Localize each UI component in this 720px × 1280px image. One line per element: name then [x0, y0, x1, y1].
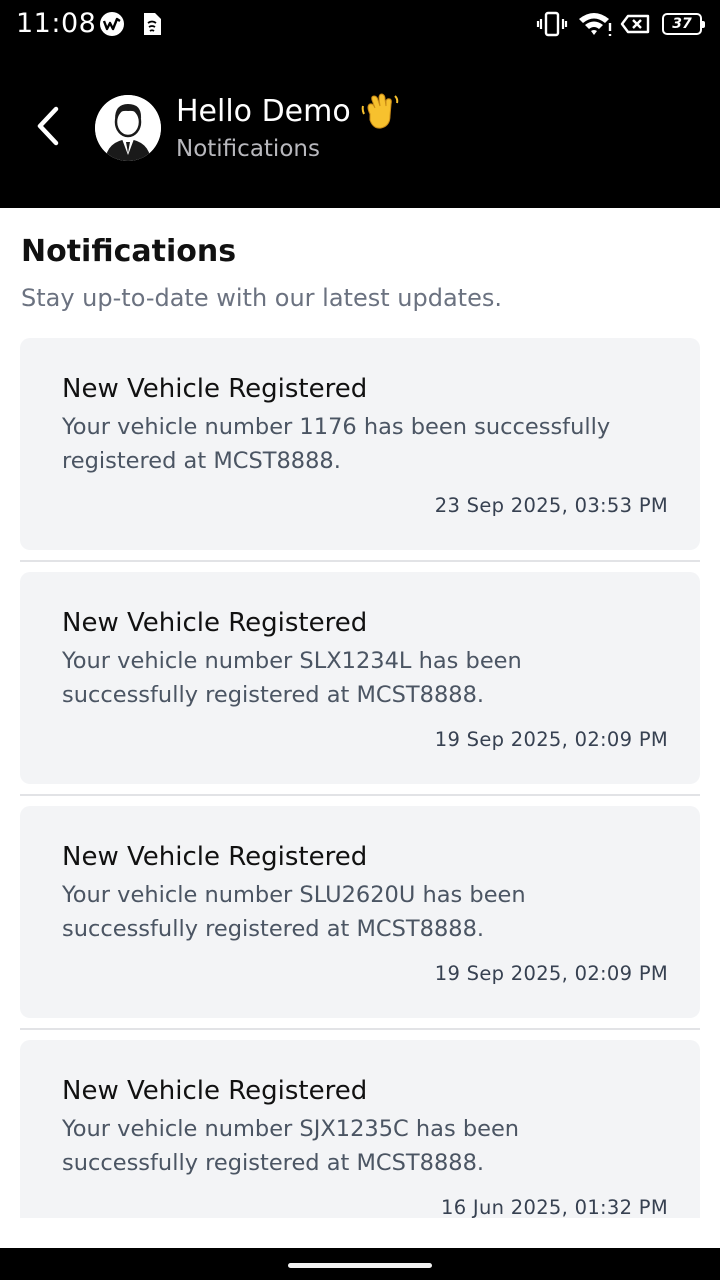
notification-body: Your vehicle number SLU2620U has been su…: [62, 882, 526, 942]
avatar[interactable]: [95, 95, 161, 161]
home-gesture-handle[interactable]: [288, 1263, 432, 1268]
notification-title: New Vehicle Registered: [62, 374, 368, 404]
status-time: 11:08: [16, 8, 97, 39]
notification-card[interactable]: New Vehicle Registered Your vehicle numb…: [20, 338, 700, 550]
notification-card[interactable]: New Vehicle Registered Your vehicle numb…: [20, 806, 700, 1018]
notification-body: Your vehicle number 1176 has been succes…: [62, 414, 611, 474]
chevron-left-icon: [37, 106, 59, 146]
status-bar: 11:08 37: [0, 0, 720, 48]
divider: [20, 794, 700, 796]
app-notification-icon: [100, 12, 124, 36]
page-title: Notifications: [21, 234, 237, 269]
notification-body: Your vehicle number SJX1235C has been su…: [62, 1116, 520, 1176]
page-description: Stay up-to-date with our latest updates.: [21, 284, 502, 312]
notification-time: 19 Sep 2025, 02:09 PM: [434, 728, 668, 751]
notification-card[interactable]: New Vehicle Registered Your vehicle numb…: [20, 572, 700, 784]
wifi-icon: [579, 13, 612, 36]
notification-title: New Vehicle Registered: [62, 608, 368, 638]
notifications-content[interactable]: Notifications Stay up-to-date with our l…: [0, 208, 720, 1218]
header-subtitle: Notifications: [176, 136, 320, 162]
notification-title: New Vehicle Registered: [62, 1076, 368, 1106]
divider: [20, 1028, 700, 1030]
greeting-text: Hello Demo: [176, 94, 351, 129]
no-sim-icon: [620, 14, 650, 34]
notification-time: 23 Sep 2025, 03:53 PM: [434, 494, 668, 517]
battery-icon: 37: [662, 13, 705, 35]
sim-card-icon: [144, 13, 161, 35]
user-avatar-icon: [95, 95, 161, 161]
divider: [20, 560, 700, 562]
notification-title: New Vehicle Registered: [62, 842, 368, 872]
app-header: Hello Demo Notifications: [0, 48, 720, 208]
notification-time: 19 Sep 2025, 02:09 PM: [434, 962, 668, 985]
back-button[interactable]: [26, 104, 70, 148]
waving-hand-icon: [361, 93, 399, 129]
notification-body: Your vehicle number SLX1234L has been su…: [62, 648, 522, 708]
vibrate-icon: [536, 11, 568, 37]
system-nav-bar: [0, 1248, 720, 1280]
notification-card[interactable]: New Vehicle Registered Your vehicle numb…: [20, 1040, 700, 1218]
battery-level: 37: [672, 16, 692, 32]
notification-time: 16 Jun 2025, 01:32 PM: [441, 1196, 668, 1218]
